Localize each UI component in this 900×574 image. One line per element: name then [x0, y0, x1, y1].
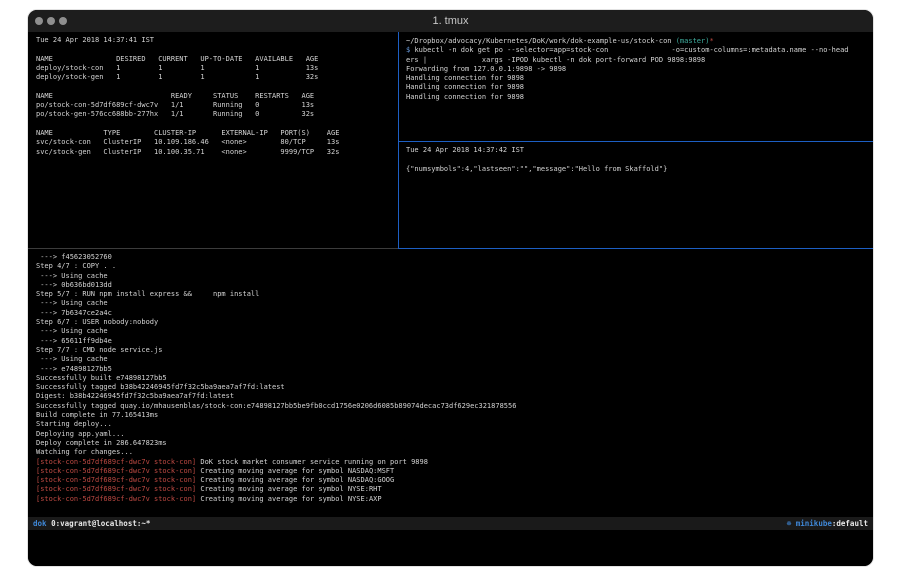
pod-log-message: Creating moving average for symbol NASDA… — [196, 467, 394, 475]
kubectl-watch-output: Tue 24 Apr 2018 14:37:41 IST NAME DESIRE… — [36, 36, 398, 157]
status-window-item[interactable]: 0:vagrant@localhost:~* — [51, 519, 150, 528]
pod-log-message: Creating moving average for symbol NYSE:… — [196, 495, 381, 503]
kube-namespace: :default — [832, 519, 868, 528]
pod-log-message: Creating moving average for symbol NASDA… — [196, 476, 394, 484]
status-right: ☸ minikube:default — [787, 517, 868, 530]
git-dirty-marker: * — [709, 37, 713, 45]
prompt-path: ~/Dropbox/advocacy/Kubernetes/DoK/work/d… — [406, 37, 676, 45]
pod-log-prefix: [stock-con-5d7df689cf-dwc7v stock-con] — [36, 476, 196, 484]
shell-prompt-path-line: ~/Dropbox/advocacy/Kubernetes/DoK/work/d… — [406, 37, 873, 46]
pod-log-line: [stock-con-5d7df689cf-dwc7v stock-con] C… — [36, 495, 873, 504]
close-button-icon[interactable] — [35, 17, 43, 25]
pod-log-prefix: [stock-con-5d7df689cf-dwc7v stock-con] — [36, 458, 196, 466]
session-name: dok — [33, 519, 51, 528]
pod-log-line: [stock-con-5d7df689cf-dwc7v stock-con] C… — [36, 476, 873, 485]
minimize-button-icon[interactable] — [47, 17, 55, 25]
pod-log-line: [stock-con-5d7df689cf-dwc7v stock-con] D… — [36, 458, 873, 467]
pod-log-prefix: [stock-con-5d7df689cf-dwc7v stock-con] — [36, 485, 196, 493]
pane-curl-watch[interactable]: Tue 24 Apr 2018 14:37:42 IST {"numsymbol… — [399, 142, 873, 248]
curl-watch-output: Tue 24 Apr 2018 14:37:42 IST {"numsymbol… — [406, 146, 873, 174]
port-forward-output: ers | xargs -IPOD kubectl -n dok port-fo… — [406, 56, 873, 102]
pod-log-line: [stock-con-5d7df689cf-dwc7v stock-con] C… — [36, 467, 873, 476]
tmux-status-bar: dok 0:vagrant@localhost:~* ☸ minikube:de… — [28, 517, 873, 530]
shell-command-line: $ kubectl -n dok get po --selector=app=s… — [406, 46, 873, 55]
pane-kubectl-watch[interactable]: Tue 24 Apr 2018 14:37:41 IST NAME DESIRE… — [28, 32, 398, 248]
window-titlebar: 1. tmux — [28, 10, 873, 33]
pod-log-message: Creating moving average for symbol NYSE:… — [196, 485, 381, 493]
pane-port-forward[interactable]: ~/Dropbox/advocacy/Kubernetes/DoK/work/d… — [399, 32, 873, 141]
kube-context-icon: ☸ minikube — [787, 519, 832, 528]
desktop-background: 1. tmux Tue 24 Apr 2018 14:37:41 IST NAM… — [0, 0, 900, 574]
terminal-window: 1. tmux Tue 24 Apr 2018 14:37:41 IST NAM… — [28, 10, 873, 566]
window-title: 1. tmux — [28, 10, 873, 32]
traffic-lights — [35, 17, 67, 25]
pod-log-prefix: [stock-con-5d7df689cf-dwc7v stock-con] — [36, 467, 196, 475]
docker-build-log: ---> f45623052760 Step 4/7 : COPY . . --… — [36, 253, 873, 458]
pod-log-message: DoK stock market consumer service runnin… — [196, 458, 428, 466]
status-left: dok 0:vagrant@localhost:~* — [33, 517, 150, 530]
pod-log-prefix: [stock-con-5d7df689cf-dwc7v stock-con] — [36, 495, 196, 503]
command-text: kubectl -n dok get po --selector=app=sto… — [414, 46, 848, 54]
pane-skaffold-dev[interactable]: ---> f45623052760 Step 4/7 : COPY . . --… — [28, 249, 873, 517]
zoom-button-icon[interactable] — [59, 17, 67, 25]
tmux-terminal: Tue 24 Apr 2018 14:37:41 IST NAME DESIRE… — [28, 32, 873, 566]
pod-log-line: [stock-con-5d7df689cf-dwc7v stock-con] C… — [36, 485, 873, 494]
git-branch: (master) — [676, 37, 710, 45]
